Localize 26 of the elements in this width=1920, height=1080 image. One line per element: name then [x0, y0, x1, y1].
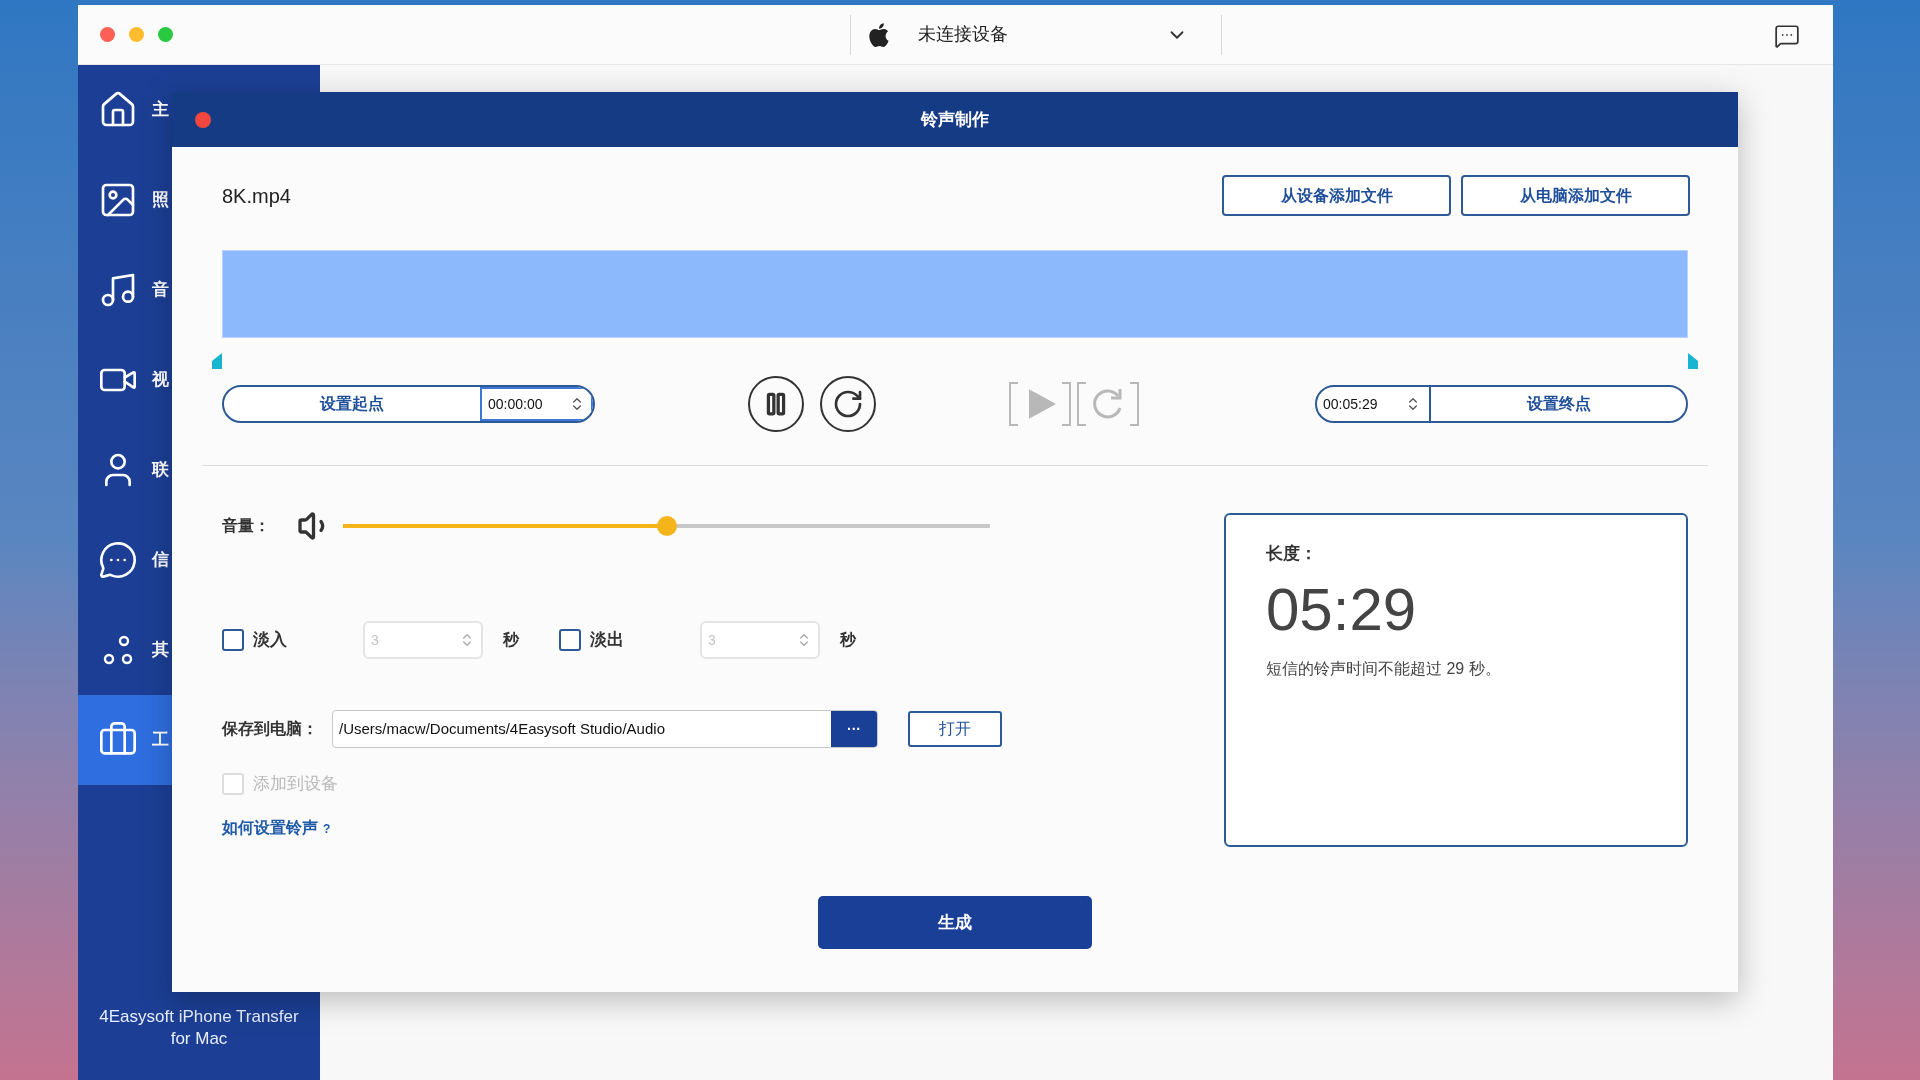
fade-seconds-value: 3 — [371, 630, 379, 650]
sidebar-label: 联 — [152, 459, 169, 482]
add-to-device-label: 添加到设备 — [253, 773, 338, 796]
app-name-text: 4Easysoft iPhone Transfer for Mac — [98, 1006, 300, 1050]
seconds-unit: 秒 — [840, 630, 856, 650]
sidebar-label: 视 — [152, 369, 169, 392]
start-time-value: 00:00:00 — [488, 394, 543, 414]
sidebar-label: 音 — [152, 279, 169, 302]
sidebar-label: 主 — [152, 99, 169, 122]
dialog-title: 铃声制作 — [921, 108, 989, 131]
length-label: 长度： — [1266, 543, 1318, 565]
fade-seconds-value: 3 — [708, 630, 716, 650]
length-note: 短信的铃声时间不能超过 29 秒。 — [1266, 658, 1502, 679]
sidebar-label: 其 — [152, 639, 169, 662]
save-path-label: 保存到电脑： — [222, 719, 319, 739]
sidebar-label: 信 — [152, 549, 169, 572]
volume-label: 音量： — [222, 516, 271, 536]
file-name: 8K.mp4 — [222, 184, 291, 209]
sidebar-label: 工 — [152, 729, 169, 752]
fade-label: 淡入 — [253, 629, 288, 652]
fade-label: 淡出 — [590, 629, 625, 652]
end-time-value: 00:05:29 — [1323, 394, 1378, 414]
seconds-unit: 秒 — [503, 630, 519, 650]
sidebar-label: 照 — [152, 189, 169, 212]
save-path-value: /Users/macw/Documents/4Easysoft Studio/Audio — [338, 718, 666, 739]
length-value: 05:29 — [1266, 574, 1418, 645]
